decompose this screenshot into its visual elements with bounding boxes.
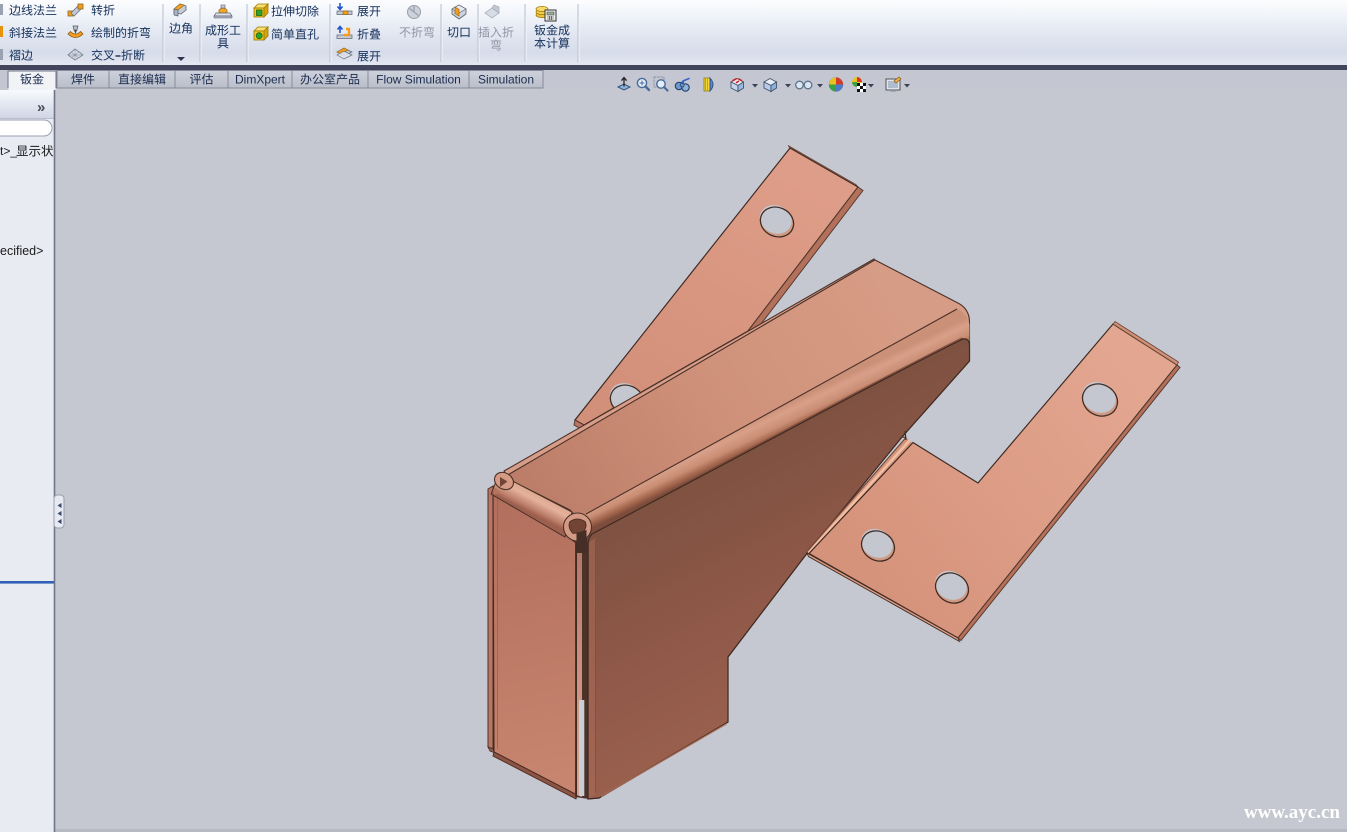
svg-text:ecified>: ecified> — [0, 244, 43, 258]
svg-text:»: » — [37, 99, 45, 116]
svg-text:Simulation: Simulation — [478, 73, 534, 87]
svg-text:www.ayc.cn: www.ayc.cn — [1244, 802, 1340, 823]
svg-text:DimXpert: DimXpert — [235, 73, 286, 87]
svg-text:t>_: t>_ — [0, 144, 17, 158]
svg-text:Flow Simulation: Flow Simulation — [376, 73, 461, 87]
